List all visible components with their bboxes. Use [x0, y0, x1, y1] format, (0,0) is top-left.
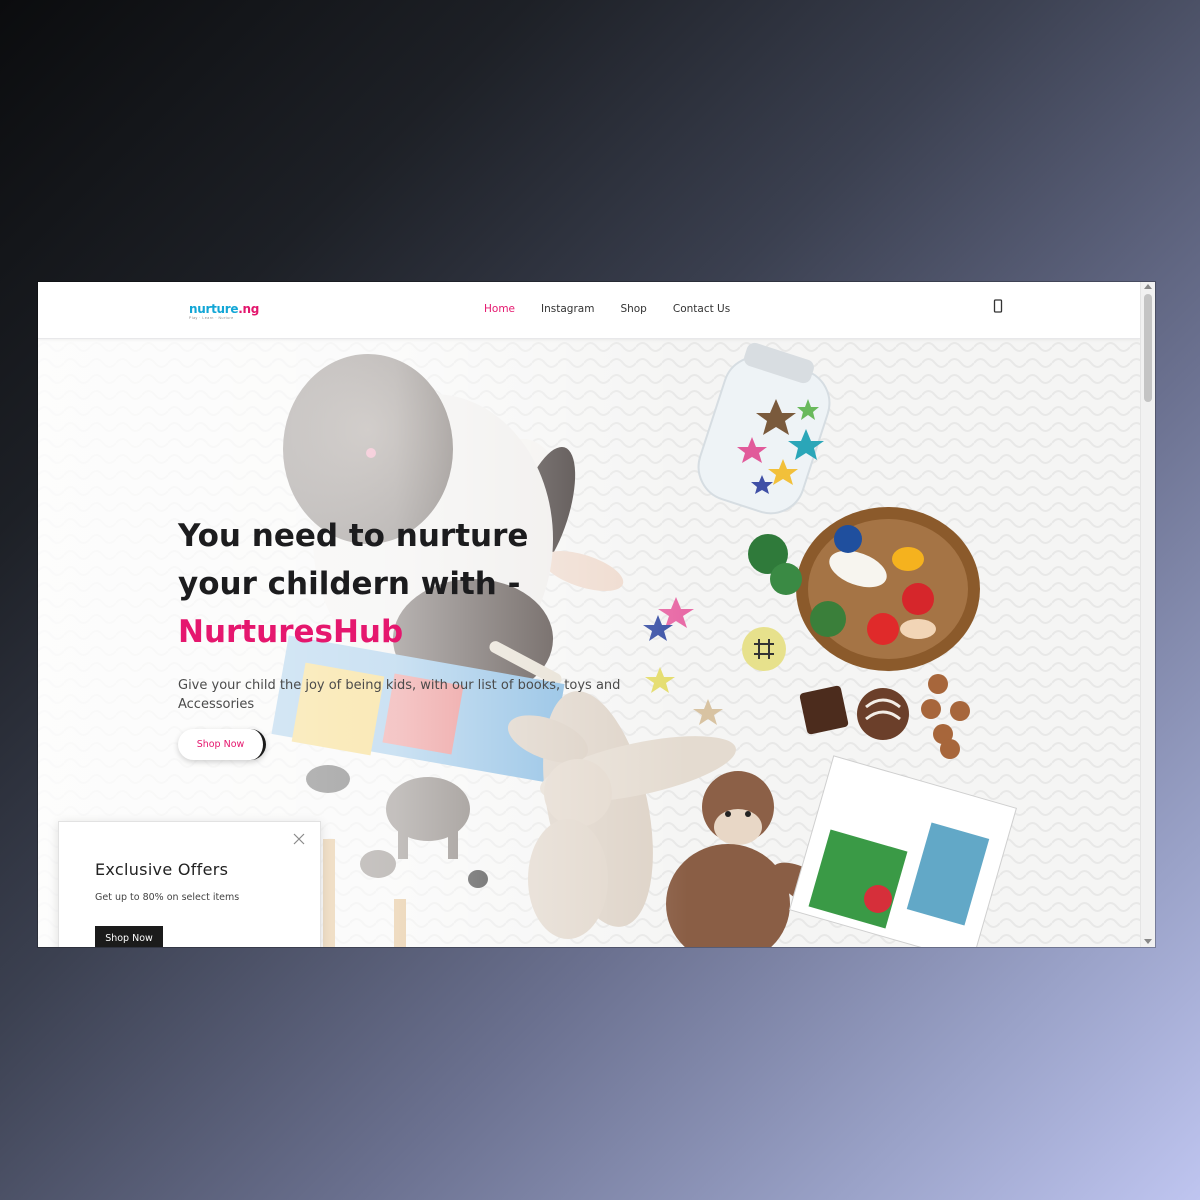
nav-instagram[interactable]: Instagram [541, 303, 594, 315]
hero-subtext: Give your child the joy of being kids, w… [178, 678, 621, 712]
popup-text: Get up to 80% on select items [95, 892, 240, 903]
hero-section: You need to nurture your childern with -… [38, 339, 1141, 947]
nav-contact-us[interactable]: Contact Us [673, 303, 730, 315]
site-logo[interactable]: nurture.ng Play · Learn · Nurture [189, 302, 259, 326]
site-header: nurture.ng Play · Learn · Nurture Home I… [38, 282, 1141, 339]
logo-text-suffix: .ng [238, 302, 260, 316]
popup-title: Exclusive Offers [95, 860, 229, 879]
main-nav: Home Instagram Shop Contact Us [484, 303, 730, 315]
popup-shop-now-button[interactable]: Shop Now [95, 926, 163, 947]
exclusive-offers-popup: Exclusive Offers Get up to 80% on select… [58, 821, 321, 947]
browser-window: nurture.ng Play · Learn · Nurture Home I… [38, 282, 1155, 947]
hero-headline-line-2: your childern with - [178, 566, 521, 602]
close-icon[interactable] [292, 832, 306, 846]
logo-text-primary: nurture [189, 302, 239, 316]
page-scrollbar[interactable] [1140, 282, 1155, 947]
device-icon[interactable] [993, 299, 1003, 313]
hero-headline: You need to nurture your childern with -… [178, 512, 598, 656]
nav-shop[interactable]: Shop [620, 303, 646, 315]
scroll-down-arrow-icon[interactable] [1144, 939, 1152, 944]
logo-wordmark: nurture.ng [189, 302, 259, 316]
logo-tagline: Play · Learn · Nurture [189, 316, 234, 320]
scrollbar-thumb[interactable] [1144, 294, 1152, 402]
hero-brand-name: NurturesHub [178, 614, 404, 650]
hero-shop-now-button[interactable]: Shop Now [178, 729, 266, 760]
hero-headline-line-1: You need to nurture [178, 518, 529, 554]
nav-home[interactable]: Home [484, 303, 515, 315]
scroll-up-arrow-icon[interactable] [1144, 284, 1152, 289]
